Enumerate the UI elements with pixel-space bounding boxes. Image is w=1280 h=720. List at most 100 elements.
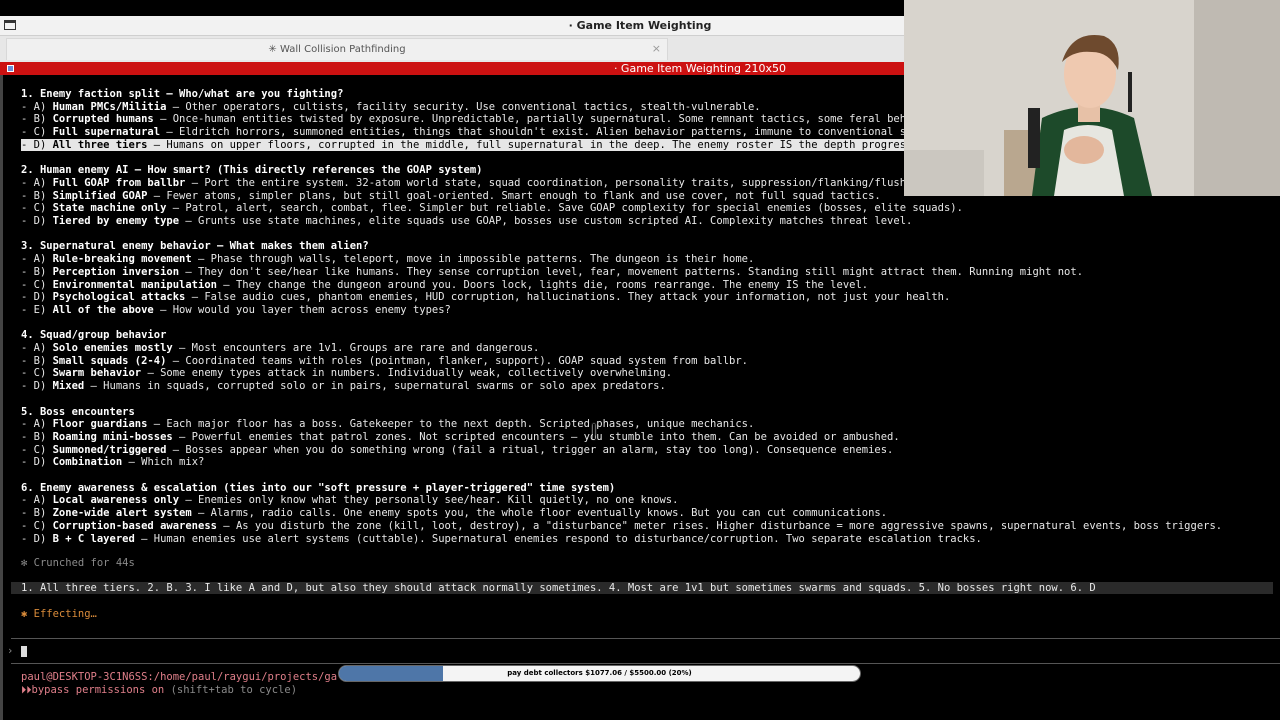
answer-option: - C) Summoned/triggered — Bosses appear … (21, 444, 893, 456)
option-prefix: - A) (21, 418, 53, 431)
option-title: Local awareness only (52, 494, 180, 507)
text-cursor (21, 645, 27, 657)
option-title: Tiered by enemy type (52, 215, 180, 227)
option-description: — Fewer atoms, simpler plans, but still … (147, 189, 881, 202)
answer-option: - A) Floor guardians — Each major floor … (21, 418, 754, 430)
answer-option: - A) Local awareness only — Enemies only… (21, 494, 678, 506)
prompt-separator-top (11, 638, 1280, 639)
option-title: Small squads (2-4) (52, 354, 167, 367)
bypass-status: ⏵⏵bypass permissions on (shift+tab to cy… (21, 684, 297, 696)
option-title: B + C layered (52, 532, 135, 545)
progress-label: pay debt collectors $1077.06 / $5500.00 … (507, 669, 692, 677)
option-description: — Which mix? (122, 456, 205, 469)
option-description: — Bosses appear when you do something wr… (166, 443, 894, 456)
option-title: Solo enemies mostly (52, 342, 173, 354)
option-prefix: - B) (21, 354, 53, 367)
option-prefix: - D) (21, 215, 53, 227)
answer-option: - A) Rule-breaking movement — Phase thro… (21, 253, 754, 265)
option-description: — Coordinated teams with roles (pointman… (166, 354, 748, 367)
option-prefix: - E) (21, 303, 53, 316)
answer-option: - B) Simplified GOAP — Fewer atoms, simp… (21, 190, 881, 202)
option-prefix: - C) (21, 519, 53, 532)
prompt-symbol: › (7, 645, 13, 657)
option-description: — False audio cues, phantom enemies, HUD… (185, 291, 951, 304)
option-title: Perception inversion (52, 265, 180, 278)
effecting-status: ✱ Effecting… (21, 608, 97, 620)
prompt-separator-bottom (11, 663, 1280, 664)
option-prefix: - C) (21, 278, 53, 291)
option-description: — Patrol, alert, search, combat, flee. S… (166, 202, 963, 215)
tab-close-icon[interactable]: × (652, 42, 661, 55)
option-description: — Once-human entities twisted by exposur… (153, 113, 907, 126)
option-prefix: - A) (21, 100, 53, 113)
option-title: Rule-breaking movement (52, 253, 192, 266)
prompt-input[interactable] (21, 645, 27, 657)
option-title: Zone-wide alert system (52, 507, 192, 520)
tab-wall-collision-pathfinding[interactable]: ✳ Wall Collision Pathfinding × (6, 38, 668, 60)
option-prefix: - A) (21, 342, 53, 354)
user-reply: 1. All three tiers. 2. B. 3. I like A an… (11, 582, 1273, 594)
bypass-icon: ⏵⏵ (21, 684, 32, 696)
option-prefix: - C) (21, 202, 53, 215)
option-description: — Grunts use state machines, elite squad… (179, 215, 913, 227)
question-heading: 3. Supernatural enemy behavior — What ma… (21, 240, 369, 253)
option-description: — Humans on upper floors, corrupted in t… (147, 138, 907, 151)
option-title: Combination (52, 456, 123, 469)
option-description: — How would you layer them across enemy … (153, 303, 451, 316)
prompt-chevron: › (7, 645, 14, 657)
option-title: Environmental manipulation (52, 278, 217, 291)
option-title: Human PMCs/Militia (52, 100, 167, 113)
option-description: — They don't see/hear like humans. They … (179, 265, 1084, 278)
answer-option: - A) Solo enemies mostly — Most encounte… (21, 342, 539, 354)
question-heading: 4. Squad/group behavior (21, 329, 167, 342)
option-description: — As you disturb the zone (kill, loot, d… (216, 519, 1223, 532)
option-title: Roaming mini-bosses (52, 430, 173, 443)
answer-option: - B) Perception inversion — They don't s… (21, 266, 1083, 278)
option-title: Full supernatural (52, 126, 161, 139)
option-title: Summoned/triggered (52, 443, 167, 456)
option-description: — Other operators, cultists, facility se… (166, 100, 761, 113)
option-description: — Human enemies use alert systems (cutta… (134, 532, 982, 545)
option-description: — Alarms, radio calls. One enemy spots y… (191, 507, 888, 520)
bypass-hint: (shift+tab to cycle) (164, 684, 298, 696)
question-heading: 6. Enemy awareness & escalation (ties in… (21, 481, 616, 494)
webcam-person-image (904, 0, 1280, 196)
option-title: All three tiers (52, 138, 148, 151)
option-prefix: - B) (21, 113, 53, 126)
answer-option: - E) All of the above — How would you la… (21, 304, 451, 316)
option-prefix: - A) (21, 253, 53, 266)
status-path: paul@DESKTOP-3C1N6SS:/home/paul/raygui/p… (21, 671, 338, 683)
answer-option: - B) Roaming mini-bosses — Powerful enem… (21, 431, 900, 443)
goal-progress-bar: pay debt collectors $1077.06 / $5500.00 … (338, 665, 861, 682)
answer-option: - B) Small squads (2-4) — Coordinated te… (21, 355, 748, 367)
answer-option: - A) Human PMCs/Militia — Other operator… (21, 101, 761, 113)
answer-option: - D) Combination — Which mix? (21, 456, 204, 468)
question-heading: 1. Enemy faction split — Who/what are yo… (21, 88, 344, 100)
answer-option: - D) B + C layered — Human enemies use a… (21, 533, 982, 545)
option-description: — Eldritch horrors, summoned entities, t… (160, 126, 907, 139)
option-prefix: - B) (21, 507, 53, 520)
answer-option: - B) Corrupted humans — Once-human entit… (21, 113, 906, 125)
option-title: Mixed (52, 380, 85, 393)
option-title: All of the above (52, 303, 154, 316)
option-title: Swarm behavior (52, 367, 142, 380)
option-prefix: - C) (21, 367, 53, 380)
option-description: — They change the dungeon around you. Do… (216, 278, 869, 291)
option-prefix: - B) (21, 430, 53, 443)
option-title: Floor guardians (52, 418, 148, 431)
option-prefix: - A) (21, 176, 53, 189)
option-prefix: - A) (21, 494, 53, 507)
answer-option: - D) Psychological attacks — False audio… (21, 291, 950, 303)
answer-option: - C) Environmental manipulation — They c… (21, 279, 868, 291)
answer-option: - A) Full GOAP from ballbr — Port the en… (21, 177, 906, 189)
option-prefix: - D) (21, 456, 53, 469)
answer-option: - C) Swarm behavior — Some enemy types a… (21, 367, 672, 379)
option-description: — Phase through walls, teleport, move in… (191, 253, 755, 266)
option-description: — Each major floor has a boss. Gatekeepe… (147, 418, 755, 431)
crunched-status: ✻ Crunched for 44s (21, 557, 135, 569)
option-title: Full GOAP from ballbr (52, 176, 186, 189)
answer-option: - C) Full supernatural — Eldritch horror… (21, 126, 906, 138)
option-description: — Humans in squads, corrupted solo or in… (84, 380, 666, 393)
option-description: — Enemies only know what they personally… (179, 494, 679, 507)
option-title: Psychological attacks (52, 291, 186, 304)
